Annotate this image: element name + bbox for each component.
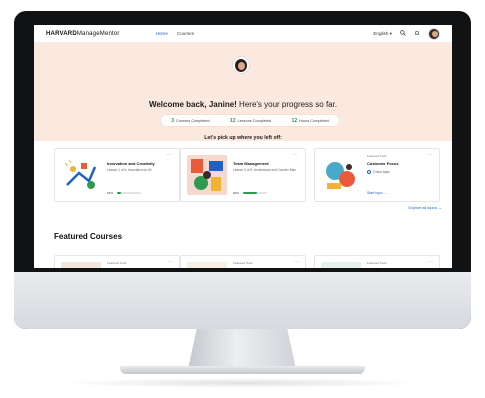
nav-courses[interactable]: Courses bbox=[177, 31, 194, 36]
stand-shadow bbox=[60, 378, 425, 388]
card-title: Innovation and Creativity bbox=[107, 161, 155, 166]
featured-course-card[interactable]: Featured Topic ··· bbox=[180, 255, 306, 268]
card-tag: Featured Topic bbox=[367, 154, 387, 158]
card-menu-icon[interactable]: ··· bbox=[294, 259, 299, 265]
monitor-stand-foot bbox=[120, 366, 365, 374]
card-title: Team Management bbox=[233, 161, 269, 166]
card-progress-pct: 60% bbox=[233, 191, 240, 195]
pickup-heading: Let's pick up where you left off: bbox=[204, 135, 282, 141]
hero-avatar bbox=[232, 56, 250, 74]
card-menu-icon[interactable]: ··· bbox=[167, 152, 174, 158]
card-menu-icon[interactable]: ··· bbox=[427, 152, 434, 158]
course-illustration bbox=[187, 155, 227, 195]
nav-home[interactable]: Home bbox=[156, 31, 168, 36]
topic-illustration bbox=[321, 155, 361, 195]
card-progress-pct: 15% bbox=[107, 191, 114, 195]
card-menu-icon[interactable]: ··· bbox=[293, 152, 300, 158]
card-lesson: Lesson 1 of 6: Innovation for All bbox=[107, 168, 152, 172]
course-card-innovation[interactable]: ··· Innovation and Creativity Lesson 1 o… bbox=[54, 148, 180, 202]
logo[interactable]: HARVARDManageMentor bbox=[46, 31, 120, 37]
course-illustration bbox=[61, 155, 101, 195]
card-progress-bar bbox=[117, 192, 141, 194]
screen: HARVARDManageMentor Home Courses English… bbox=[34, 25, 452, 268]
welcome-heading: Welcome back, Janine! Here's your progre… bbox=[148, 100, 338, 109]
stat-courses: 3 Courses Completed bbox=[171, 117, 210, 124]
course-card-team-management[interactable]: ··· Team Management Lesson 3 of 5: Under… bbox=[180, 148, 306, 202]
clock-icon bbox=[367, 170, 371, 174]
nav-links: Home Courses bbox=[156, 31, 194, 36]
card-title: Customer Focus bbox=[367, 161, 399, 166]
card-progress-bar bbox=[243, 192, 267, 194]
start-topic-link[interactable]: Start topic → bbox=[367, 191, 387, 195]
card-duration: 2 hour topic bbox=[367, 170, 390, 174]
course-thumbnail bbox=[321, 262, 361, 268]
featured-course-card[interactable]: Featured Topic ··· bbox=[54, 255, 180, 268]
user-avatar[interactable] bbox=[428, 27, 440, 40]
bell-icon[interactable] bbox=[414, 30, 420, 37]
stat-lessons: 12 Lessons Completed bbox=[230, 117, 272, 124]
search-icon[interactable] bbox=[400, 30, 406, 37]
featured-courses-heading: Featured Courses bbox=[54, 232, 123, 241]
course-thumbnail bbox=[187, 262, 227, 268]
card-lesson: Lesson 3 of 5: Understand and Counter Bi… bbox=[233, 168, 296, 172]
progress-stats: 3 Courses Completed 12 Lessons Completed 1… bbox=[161, 115, 339, 126]
explore-all-topics-link[interactable]: Explore all topics → bbox=[408, 206, 442, 210]
welcome-name: Welcome back, Janine! bbox=[148, 100, 237, 109]
monitor-chin bbox=[14, 272, 471, 329]
welcome-hero: Welcome back, Janine! Here's your progre… bbox=[34, 43, 452, 141]
nav-right: English ▾ bbox=[373, 27, 440, 40]
course-thumbnail bbox=[61, 262, 101, 268]
stat-hours: 12 Hours Completed bbox=[291, 117, 329, 124]
monitor-stand-neck bbox=[188, 329, 296, 369]
featured-course-card[interactable]: Featured Topic ··· bbox=[314, 255, 440, 268]
card-menu-icon[interactable]: ··· bbox=[428, 259, 433, 265]
language-select[interactable]: English ▾ bbox=[373, 31, 392, 37]
topic-card-customer-focus[interactable]: ··· Featured Topic Customer Focus 2 hour… bbox=[314, 148, 440, 202]
card-menu-icon[interactable]: ··· bbox=[168, 259, 173, 265]
top-nav: HARVARDManageMentor Home Courses English… bbox=[34, 25, 452, 43]
